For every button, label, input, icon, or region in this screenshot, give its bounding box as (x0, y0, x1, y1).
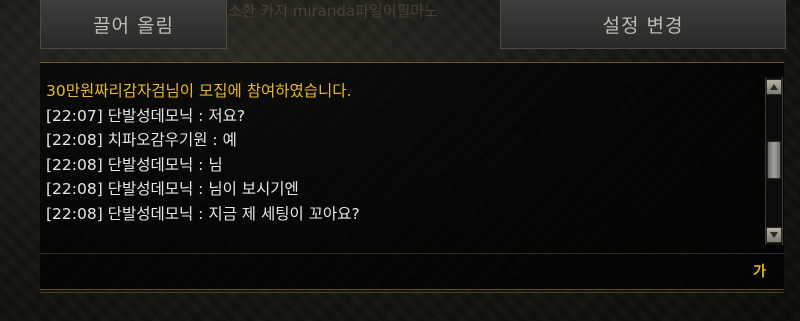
triangle-up-icon (770, 84, 778, 90)
ime-indicator[interactable]: 가 (753, 261, 766, 281)
divider (40, 292, 784, 293)
chat-message: [22:08] 단발성데모닉 : 님이 보시기엔 (46, 180, 299, 199)
chat-message: [22:07] 단발성데모닉 : 저요? (46, 106, 246, 125)
system-message: 30만원짜리감자검님이 모집에 참여하였습니다. (46, 82, 352, 100)
chat-input-field[interactable]: 가 (40, 253, 784, 290)
chat-message-list: 30만원짜리감자검님이 모집에 참여하였습니다. [22:07] 단발성데모닉 … (46, 79, 756, 227)
chat-panel: 30만원짜리감자검님이 모집에 참여하였습니다. [22:07] 단발성데모닉 … (40, 62, 784, 290)
scroll-thumb[interactable] (767, 141, 781, 179)
change-settings-button[interactable]: 설정 변경 (500, 0, 786, 49)
pull-up-button[interactable]: 끌어 올림 (40, 0, 227, 49)
scroll-down-button[interactable] (766, 227, 782, 243)
background-title: 소환 카지 miranda파일이필마노 (228, 2, 438, 20)
chat-message: [22:08] 단발성데모닉 : 지금 제 세팅이 꼬아요? (46, 204, 360, 223)
chat-message: [22:08] 단발성데모닉 : 님 (46, 155, 223, 174)
triangle-down-icon (770, 232, 778, 238)
scroll-up-button[interactable] (766, 79, 782, 95)
chat-message: [22:08] 치파오감우기원 : 예 (46, 131, 237, 150)
chat-scrollbar[interactable] (765, 77, 783, 245)
